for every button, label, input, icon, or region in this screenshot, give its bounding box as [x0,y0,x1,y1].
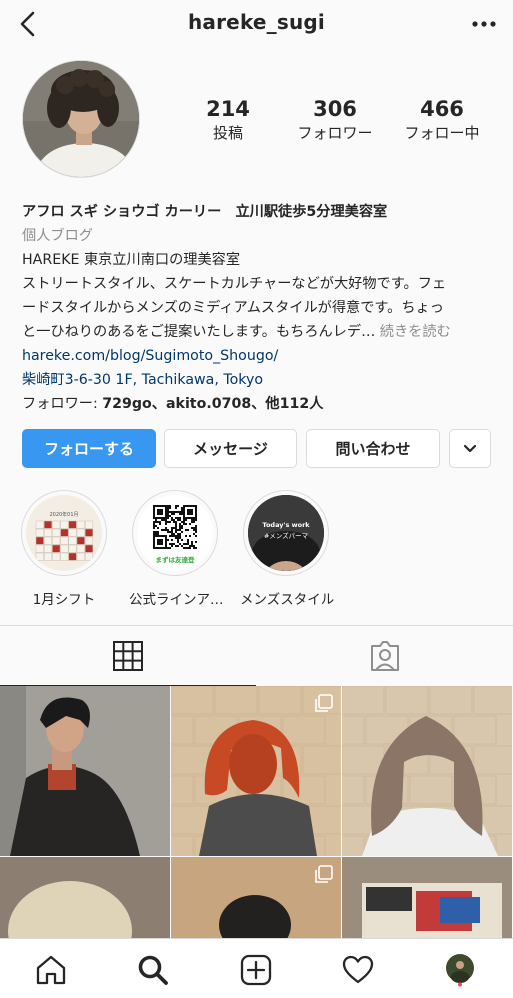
profile-bio: アフロ スギ ショウゴ カーリー 立川駅徒歩5分理美容室 個人ブログ HAREK… [22,200,502,416]
highlight-cover: まずは友達登 [137,495,213,571]
highlight-ring: 2020年01月 [21,490,107,576]
read-more-link[interactable]: 続きを読む [380,324,451,340]
post-thumbnail[interactable] [171,857,341,938]
highlight-cover: 2020年01月 [26,495,102,571]
highlight-caption: まずは友達登 [155,556,195,564]
following-stat[interactable]: 466 フォロー中 [394,96,490,144]
profile-tabs [0,625,513,686]
followers-count: 306 [313,97,357,121]
highlight-cover: Today's work #メンズパーマ [248,495,324,571]
posts-stat: 214 投稿 [180,96,276,144]
post-thumbnail[interactable] [342,857,512,938]
highlight-label: メンズスタイル [240,592,335,608]
following-count: 466 [420,97,464,121]
bio-line-1: HAREKE 東京立川南口の理美容室 [22,252,241,268]
profile-category: 個人ブログ [22,228,93,244]
add-post-icon [240,954,272,986]
posts-grid [0,686,513,938]
nav-activity[interactable] [341,953,375,987]
highlight-ring: Today's work #メンズパーマ [243,490,329,576]
bio-line-2: ストリートスタイル、スケートカルチャーなどが大好物です。フェ [22,276,447,292]
post-thumbnail[interactable] [0,686,170,856]
post-thumbnail[interactable] [171,686,341,856]
suggested-accounts-button[interactable] [449,429,491,468]
multiple-photos-icon [315,865,333,883]
followers-label: フォロワー [297,124,373,142]
highlight-subtitle: #メンズパーマ [263,532,309,540]
profile-avatar-icon [446,954,474,987]
profile-display-name: アフロ スギ ショウゴ カーリー 立川駅徒歩5分理美容室 [22,204,388,220]
highlight-ring: まずは友達登 [132,490,218,576]
post-photo [0,686,170,856]
address-link[interactable]: 柴崎町3-6-30 1F, Tachikawa, Tokyo [22,368,502,392]
post-photo [342,686,512,856]
more-options-icon[interactable] [469,10,499,38]
home-icon [36,955,66,985]
followed-by-prefix: フォロワー: [22,396,103,412]
highlight-line[interactable]: まずは友達登 公式ラインア… [129,490,224,608]
followers-stat[interactable]: 306 フォロワー [287,96,383,144]
nav-profile[interactable] [443,953,477,987]
tab-tagged[interactable] [257,626,513,686]
search-icon [138,955,168,985]
highlight-mens[interactable]: Today's work #メンズパーマ メンズスタイル [240,490,335,608]
post-thumbnail[interactable] [342,686,512,856]
nav-home[interactable] [34,953,68,987]
follow-button[interactable]: フォローする [22,429,156,468]
highlight-shift[interactable]: 2020年01月 1月シフト [18,490,110,608]
followed-by[interactable]: フォロワー: 729go、akito.0708、他112人 [22,392,502,416]
top-bar: hareke_sugi [0,0,513,48]
tab-posts-grid[interactable] [0,626,256,686]
profile-actions: フォローする メッセージ 問い合わせ [22,429,492,469]
following-label: フォロー中 [404,124,480,142]
post-photo [0,857,170,938]
profile-stats: 214 投稿 306 フォロワー 466 フォロー中 [180,96,490,144]
bio-line-4-text: と一ひねりのあるをご提案いたします。もちろんレデ… [22,324,376,340]
website-link[interactable]: hareke.com/blog/Sugimoto_Shougo/ [22,344,502,368]
followed-by-others: 、他112人 [251,396,324,412]
nav-search[interactable] [136,953,170,987]
post-photo [342,857,512,938]
highlight-title: Today's work [262,521,310,529]
avatar-photo [23,61,139,177]
bottom-navigation [0,938,513,998]
bio-line-3: ードスタイルからメンズのミディアムスタイルが得意です。ちょっ [22,300,444,316]
followed-by-names: 729go、akito.0708 [102,396,252,412]
calendar-icon [26,495,102,571]
calendar-title: 2020年01月 [49,512,79,518]
profile-avatar[interactable] [22,60,140,178]
highlight-label: 1月シフト [32,592,96,608]
bio-line-4: と一ひねりのあるをご提案いたします。もちろんレデ… 続きを読む [22,320,502,344]
contact-button[interactable]: 問い合わせ [306,429,440,468]
nav-new-post[interactable] [239,953,273,987]
highlight-label: 公式ラインア… [129,592,224,608]
grid-icon [113,640,143,671]
profile-username: hareke_sugi [187,10,325,34]
tagged-person-icon [371,641,399,671]
chevron-down-icon [463,444,477,452]
post-thumbnail[interactable] [0,857,170,938]
message-button[interactable]: メッセージ [164,429,297,468]
posts-count: 214 [206,97,250,121]
heart-icon [342,955,374,984]
multiple-photos-icon [315,694,333,712]
posts-label: 投稿 [212,124,243,142]
